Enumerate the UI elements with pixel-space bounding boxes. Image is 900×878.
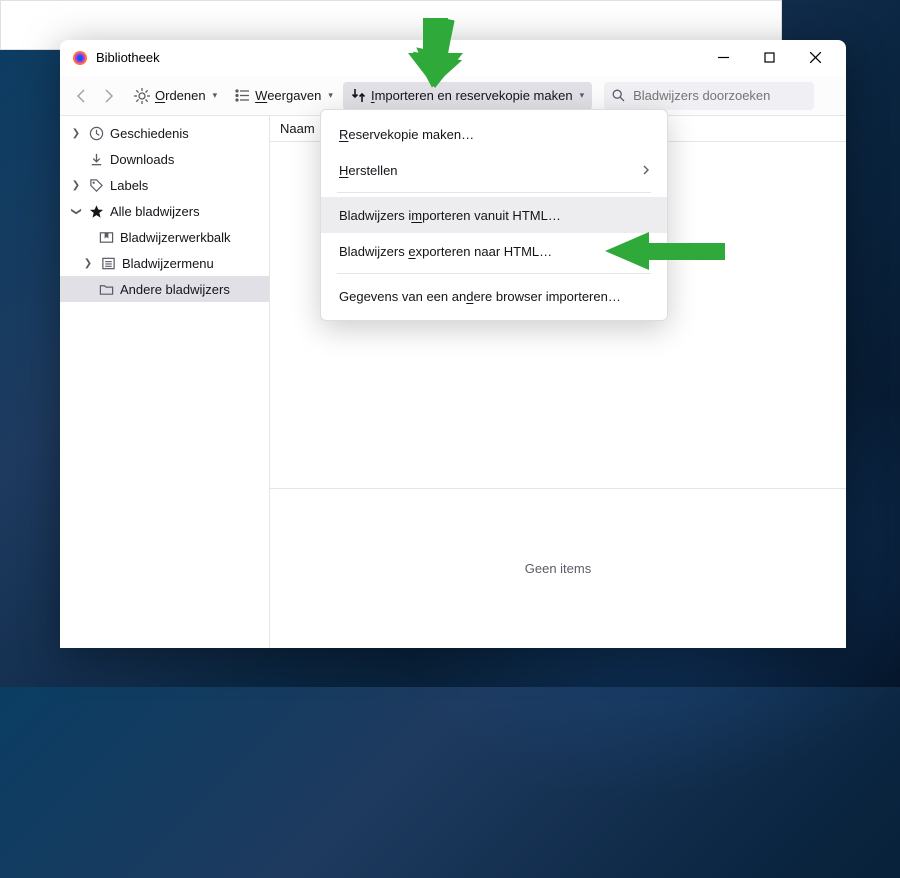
menu-import-html[interactable]: Bladwijzers importeren vanuit HTML… — [321, 197, 667, 233]
sidebar-item-all-bookmarks[interactable]: ❯ Alle bladwijzers — [60, 198, 269, 224]
sidebar-label: Geschiedenis — [110, 126, 189, 141]
chevron-down-icon: ▾ — [213, 90, 218, 101]
tag-icon — [88, 177, 104, 193]
titlebar: Bibliotheek — [60, 40, 846, 76]
window-title: Bibliotheek — [96, 50, 160, 65]
star-icon — [88, 203, 104, 219]
nav-back[interactable] — [70, 82, 94, 110]
organize-label: Ordenen — [155, 88, 206, 103]
chevron-down-icon: ▾ — [328, 90, 333, 101]
collapse-icon[interactable]: ❯ — [71, 205, 82, 217]
expand-icon[interactable]: ❯ — [82, 258, 94, 269]
views-label: Weergaven — [255, 88, 321, 103]
sidebar-item-other-bookmarks[interactable]: Andere bladwijzers — [60, 276, 269, 302]
window-minimize[interactable] — [700, 40, 746, 76]
clock-icon — [88, 125, 104, 141]
sidebar-item-labels[interactable]: ❯ Labels — [60, 172, 269, 198]
search-icon — [612, 89, 625, 102]
sidebar-label: Bladwijzermenu — [122, 256, 214, 271]
firefox-icon — [72, 50, 88, 66]
window-close[interactable] — [792, 40, 838, 76]
toolbar: Ordenen ▾ Weergaven ▾ Importeren en rese… — [60, 76, 846, 116]
menu-separator — [337, 273, 651, 274]
sidebar-label: Downloads — [110, 152, 174, 167]
library-window: Bibliotheek Ordenen ▾ — [60, 40, 846, 648]
folder-icon — [98, 281, 114, 297]
gear-icon — [134, 88, 150, 104]
list-icon — [235, 88, 250, 103]
import-export-icon — [351, 88, 366, 103]
menu-restore[interactable]: Herstellen — [321, 152, 667, 188]
nav-forward[interactable] — [96, 82, 120, 110]
window-maximize[interactable] — [746, 40, 792, 76]
sidebar-item-bookmarks-menu[interactable]: ❯ Bladwijzermenu — [60, 250, 269, 276]
import-backup-button[interactable]: Importeren en reservekopie maken ▾ — [343, 82, 592, 110]
organize-button[interactable]: Ordenen ▾ — [126, 82, 225, 110]
sidebar-item-history[interactable]: ❯ Geschiedenis — [60, 120, 269, 146]
menu-export-html[interactable]: Bladwijzers exporteren naar HTML… — [321, 233, 667, 269]
search-box[interactable] — [604, 82, 814, 110]
sidebar-label: Alle bladwijzers — [110, 204, 200, 219]
detail-pane: Geen items — [270, 488, 846, 648]
expand-icon[interactable]: ❯ — [70, 128, 82, 139]
sidebar-label: Labels — [110, 178, 148, 193]
sidebar: ❯ Geschiedenis Downloads ❯ Labels — [60, 116, 270, 648]
menu-import-browser[interactable]: Gegevens van een andere browser importer… — [321, 278, 667, 314]
import-backup-menu: Reservekopie maken… Herstellen Bladwijze… — [320, 109, 668, 321]
sidebar-item-downloads[interactable]: Downloads — [60, 146, 269, 172]
menu-backup[interactable]: Reservekopie maken… — [321, 116, 667, 152]
search-input[interactable] — [631, 87, 806, 104]
expand-icon[interactable]: ❯ — [70, 180, 82, 191]
bookmarks-toolbar-icon — [98, 229, 114, 245]
download-icon — [88, 151, 104, 167]
menu-separator — [337, 192, 651, 193]
sidebar-label: Bladwijzerwerkbalk — [120, 230, 231, 245]
chevron-right-icon — [641, 163, 651, 178]
views-button[interactable]: Weergaven ▾ — [227, 82, 341, 110]
sidebar-item-bookmarks-toolbar[interactable]: Bladwijzerwerkbalk — [60, 224, 269, 250]
chevron-down-icon: ▾ — [580, 90, 585, 101]
bookmarks-menu-icon — [100, 255, 116, 271]
empty-state-text: Geen items — [525, 561, 591, 576]
import-backup-label: Importeren en reservekopie maken — [371, 88, 573, 103]
sidebar-label: Andere bladwijzers — [120, 282, 230, 297]
